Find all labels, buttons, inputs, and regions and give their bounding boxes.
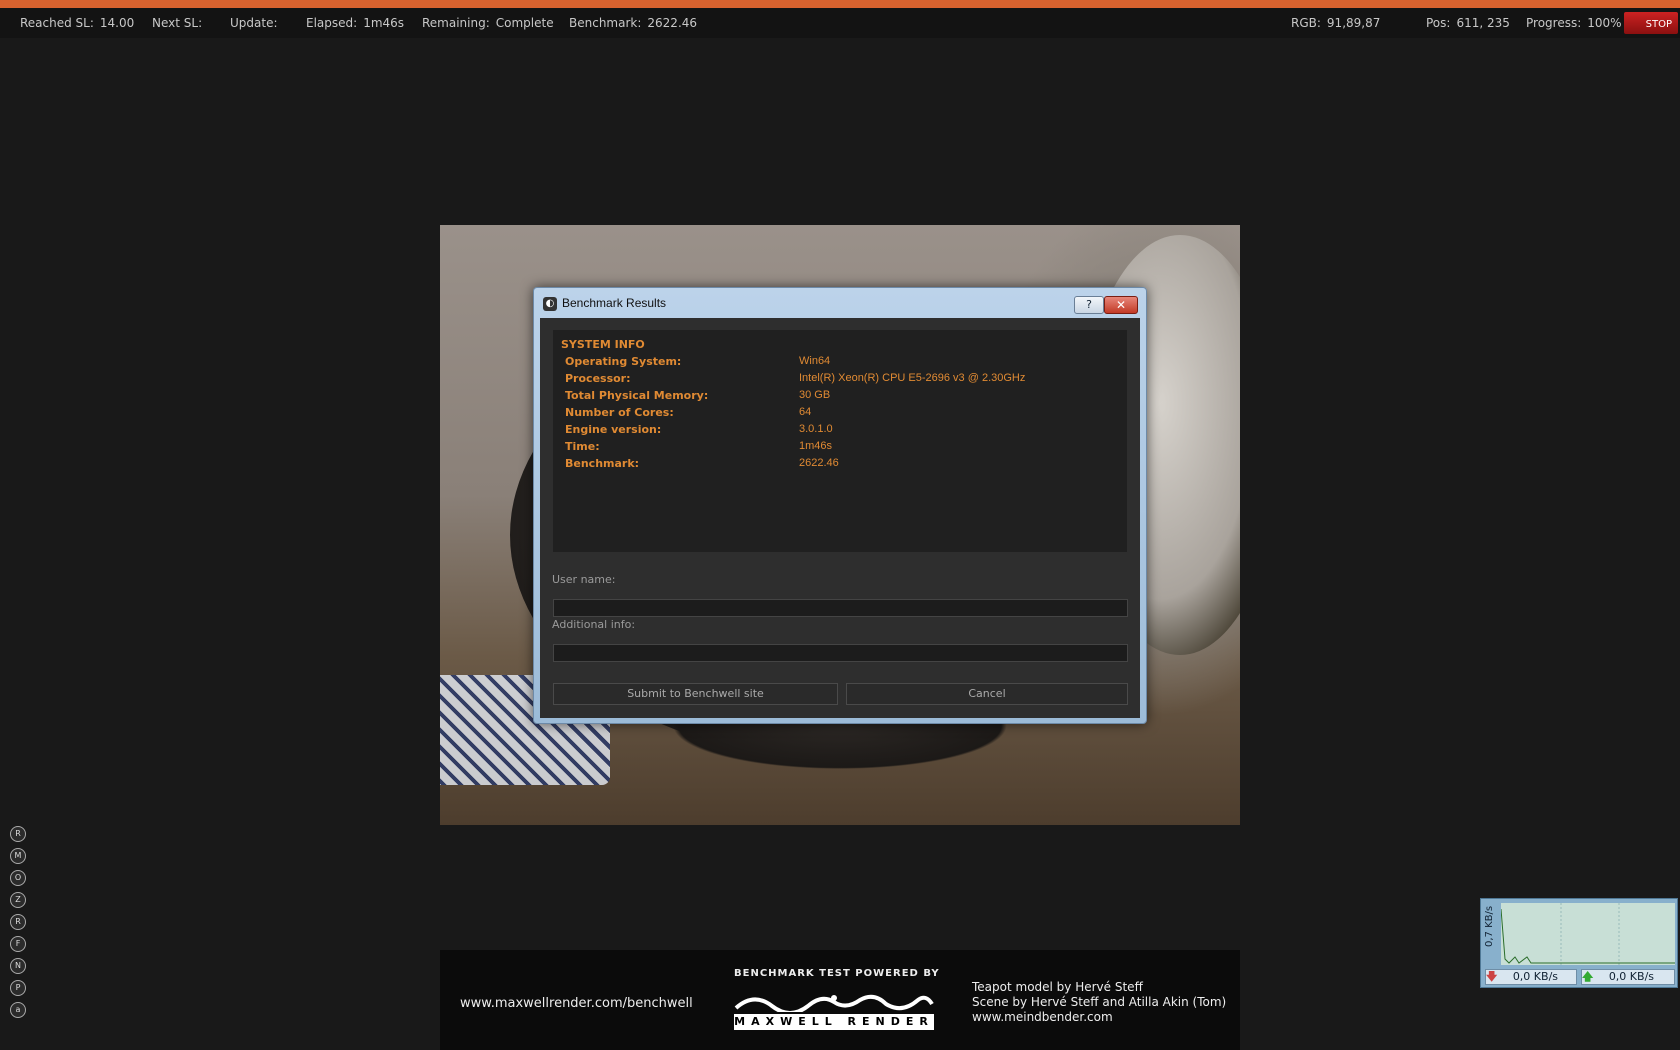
dialog-client: SYSTEM INFO Operating System: Win64 Proce… [540,318,1140,718]
network-graph [1500,903,1675,965]
dialog-title: Benchmark Results [562,296,667,310]
progress-readout: Progress: 100% [1526,16,1622,30]
stop-button[interactable]: STOP [1624,12,1678,34]
reached-sl: Reached SL: 14.00 [20,16,135,30]
elapsed: Elapsed: 1m46s [306,16,405,30]
help-button[interactable]: ? [1074,296,1104,314]
side-icon-n[interactable]: N [10,958,26,974]
submit-button[interactable]: Submit to Benchwell site [553,683,838,705]
info-row: Number of Cores: 64 [565,406,812,419]
additional-info-input[interactable] [553,644,1128,662]
network-graph-lines [1500,903,1675,965]
side-icon-r2[interactable]: R [10,914,26,930]
side-icon-z[interactable]: Z [10,892,26,908]
network-monitor: 0,7 KB/s 🡇 0,0 KB/s 🡅 0,0 KB/s [1480,898,1678,988]
update-status: Update: [230,16,278,30]
info-row: Benchmark: 2622.46 [565,457,839,470]
maxwell-wave-icon [734,994,934,1012]
system-info-heading: SYSTEM INFO [561,338,645,351]
credits-banner: www.maxwellrender.com/benchwell BENCHMAR… [440,950,1240,1050]
info-row: Time: 1m46s [565,440,833,453]
side-icon-o[interactable]: O [10,870,26,886]
side-icon-a[interactable]: a [10,1002,26,1018]
rgb-readout: RGB: 91,89,87 [1291,16,1381,30]
info-row: Operating System: Win64 [565,355,831,368]
credit-line-1: Teapot model by Hervé Steff [972,980,1143,994]
side-icon-p[interactable]: P [10,980,26,996]
info-row: Total Physical Memory: 30 GB [565,389,831,402]
download-arrow-icon: 🡇 [1486,970,1498,983]
upload-rate: 🡅 0,0 KB/s [1581,969,1675,985]
info-row: Engine version: 3.0.1.0 [565,423,833,436]
accent-bar [0,0,1680,8]
benchmark-results-dialog: ◐ Benchmark Results ? ✕ SYSTEM INFO Oper… [533,287,1147,724]
upload-arrow-icon: 🡅 [1582,970,1594,983]
info-row: Processor: Intel(R) Xeon(R) CPU E5-2696 v… [565,372,1026,385]
system-info-panel: SYSTEM INFO Operating System: Win64 Proce… [553,330,1127,552]
next-sl: Next SL: [152,16,203,30]
powered-by-label: BENCHMARK TEST POWERED BY [734,968,940,979]
pos-readout: Pos: 611, 235 [1426,16,1510,30]
credit-line-2: Scene by Hervé Steff and Atilla Akin (To… [972,995,1227,1009]
remaining: Remaining: Complete [422,16,554,30]
download-rate: 🡇 0,0 KB/s [1485,969,1577,985]
user-name-input[interactable] [553,599,1128,617]
close-button[interactable]: ✕ [1104,296,1138,314]
app-icon: ◐ [543,297,557,311]
maxwell-logo: MAXWELL RENDER [734,992,934,1032]
network-axis-label: 0,7 KB/s [1484,905,1495,947]
side-icon-f[interactable]: F [10,936,26,952]
benchmark-status: Benchmark: 2622.46 [569,16,698,30]
user-name-label: User name: [552,573,616,586]
side-icon-r[interactable]: R [10,826,26,842]
side-icon-m[interactable]: M [10,848,26,864]
benchwell-url: www.maxwellrender.com/benchwell [460,996,693,1011]
additional-info-label: Additional info: [552,618,636,631]
side-toolbar: R M O Z R F N P a [10,826,26,1024]
maxwell-logo-text: MAXWELL RENDER [734,1014,934,1030]
credit-line-3: www.meindbender.com [972,1010,1113,1024]
cancel-button[interactable]: Cancel [846,683,1128,705]
status-bar: Reached SL: 14.00 Next SL: Update: Elapse… [0,8,1680,38]
